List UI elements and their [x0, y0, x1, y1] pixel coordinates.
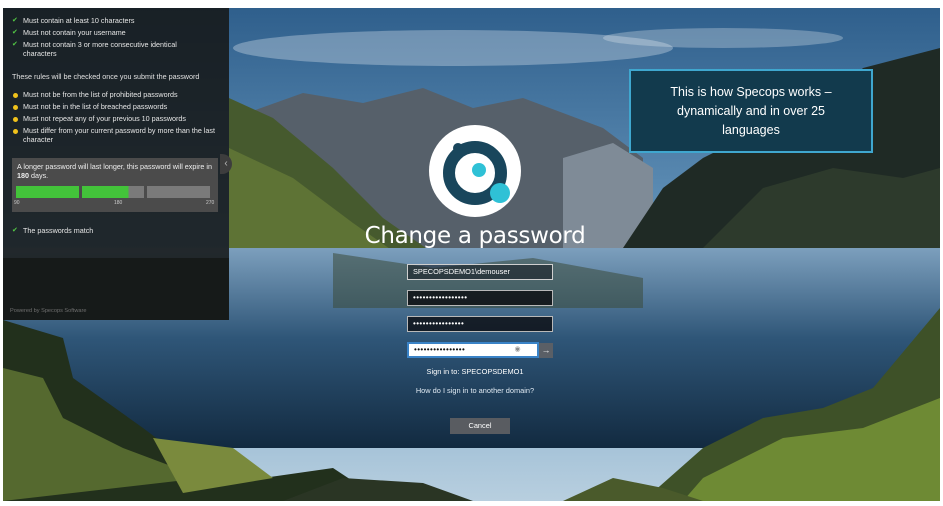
callout-line: dynamically and in over 25 — [677, 104, 825, 118]
rule-text: Must differ from your current password b… — [23, 126, 216, 144]
username-field[interactable]: SPECOPSDEMO1\demouser — [407, 264, 553, 280]
specops-logo-icon — [429, 125, 521, 217]
expiry-tick-label: 270 — [206, 200, 215, 206]
submit-button[interactable]: → — [539, 343, 553, 358]
passwords-match-status: ✔ The passwords match — [12, 226, 94, 236]
cancel-button[interactable]: Cancel — [450, 418, 510, 434]
pending-dot-icon — [13, 92, 18, 98]
other-domain-link[interactable]: How do I sign in to another domain? — [333, 386, 617, 395]
check-icon: ✔ — [12, 29, 18, 36]
policy-rule-passed: ✔ Must contain at least 10 characters — [12, 16, 135, 26]
policy-rule-pending: Must not repeat any of your previous 10 … — [12, 114, 187, 124]
eye-icon[interactable]: ◉ — [514, 344, 521, 356]
confirm-password-field[interactable]: •••••••••••••••• ◉ — [407, 342, 539, 358]
policy-rule-pending: Must differ from your current password b… — [12, 126, 218, 144]
rule-text: Must contain at least 10 characters — [23, 16, 135, 25]
pending-dot-icon — [13, 116, 18, 122]
expiry-bar-segment — [147, 186, 210, 198]
expiry-days: 180 — [17, 171, 29, 180]
arrow-right-icon: → — [541, 345, 551, 355]
sign-in-to-label: Sign in to: SPECOPSDEMO1 — [426, 367, 524, 376]
check-icon: ✔ — [12, 41, 18, 48]
policy-rule-pending: Must not be in the list of breached pass… — [12, 102, 168, 112]
check-icon: ✔ — [12, 227, 18, 234]
powered-by-label: Powered by Specops Software — [10, 308, 87, 314]
pending-dot-icon — [13, 128, 18, 134]
expiry-tick-label: 180 — [114, 200, 123, 206]
page-title: Change a password — [364, 223, 586, 249]
expiry-bar-segment — [16, 186, 79, 198]
policy-rule-passed: ✔ Must not contain 3 or more consecutive… — [12, 40, 202, 58]
expiry-text-before: A longer password will last longer, this… — [17, 162, 212, 171]
rule-text: Must not be in the list of breached pass… — [23, 102, 168, 111]
policy-rule-pending: Must not be from the list of prohibited … — [12, 90, 178, 100]
info-callout: This is how Specops works – dynamically … — [629, 69, 873, 153]
pending-dot-icon — [13, 104, 18, 110]
callout-line: This is how Specops works – — [670, 85, 832, 99]
expiry-text: A longer password will last longer, this… — [17, 162, 215, 180]
rule-text: Must not repeat any of your previous 10 … — [23, 114, 187, 123]
old-password-field[interactable]: ••••••••••••••••• — [407, 290, 553, 306]
rule-text: Must not contain your username — [23, 28, 126, 37]
expiry-tick-label: 90 — [14, 200, 20, 206]
rule-text: Must not be from the list of prohibited … — [23, 90, 178, 99]
callout-line: languages — [722, 123, 780, 137]
pending-rules-heading: These rules will be checked once you sub… — [12, 72, 200, 81]
rule-text: Must not contain 3 or more consecutive i… — [23, 40, 177, 58]
password-policy-panel: ✔ Must contain at least 10 characters ✔ … — [3, 8, 229, 320]
expiry-bar-segment — [81, 186, 145, 198]
match-text: The passwords match — [23, 226, 94, 235]
confirm-password-value: •••••••••••••••• — [414, 345, 466, 354]
new-password-field[interactable]: •••••••••••••••• — [407, 316, 553, 332]
expiry-meter: A longer password will last longer, this… — [12, 158, 218, 212]
expiry-text-after: days. — [31, 171, 49, 180]
check-icon: ✔ — [12, 17, 18, 24]
lock-screen: ✔ Must contain at least 10 characters ✔ … — [3, 8, 940, 501]
policy-rule-passed: ✔ Must not contain your username — [12, 28, 126, 38]
